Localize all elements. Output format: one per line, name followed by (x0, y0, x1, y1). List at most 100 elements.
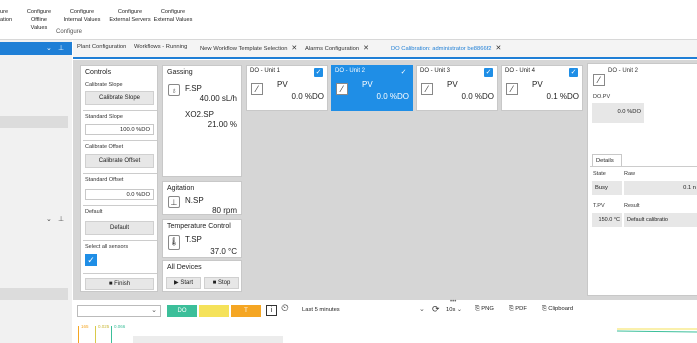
xo2-label: XO2.SP (185, 110, 214, 119)
unit-checkbox[interactable]: ✓ (314, 68, 323, 77)
xo2-value[interactable]: 21.00 % (208, 120, 237, 129)
fsp-label: F.SP (185, 84, 202, 93)
detail-title: DO - Unit 2 (608, 68, 639, 74)
tab-workflows-running[interactable]: Workflows - Running (134, 44, 187, 50)
sidebar-panel-header[interactable]: ⌄ ⊥ (0, 42, 72, 55)
stop-button[interactable]: ■ Stop (204, 277, 239, 289)
controls-panel: Controls Calibrate Slope Calibrate Slope… (80, 65, 158, 292)
default-button[interactable]: Default (85, 221, 154, 235)
probe-icon: ⁄ (421, 83, 433, 95)
select-all-checkbox[interactable]: ✓ (85, 254, 97, 266)
details-tab[interactable]: Details (592, 154, 622, 166)
stirrer-icon: ⊥ (168, 196, 180, 208)
standard-slope-input[interactable]: 100.0 %DO (85, 124, 154, 135)
raw-label: Raw (624, 171, 636, 177)
agitation-panel: Agitation ⊥ N.SP 80 rpm (162, 181, 242, 215)
tab-bar: Plant Configuration Workflows - Running … (73, 40, 697, 59)
unit-checkbox[interactable]: ✓ (569, 68, 578, 77)
yellow-series-button[interactable] (199, 305, 229, 317)
tab-new-workflow-template-selection[interactable]: New Workflow Template Selection ✕ (200, 44, 297, 52)
chevron-down-icon: ⌄ (456, 307, 462, 313)
export-icon: ⎘ (542, 306, 547, 312)
close-icon[interactable]: ✕ (363, 45, 369, 52)
all-devices-panel: All Devices ▶ Start ■ Stop (162, 260, 242, 292)
finish-icon: ■ (108, 281, 113, 287)
chevron-down-icon[interactable]: ⌄ (46, 215, 52, 223)
play-icon: ▶ (174, 280, 179, 286)
tsp-value[interactable]: 37.0 °C (210, 247, 237, 256)
tab-do-calibration[interactable]: DO Calibration: administrator be8866f2 ✕ (391, 44, 501, 52)
state-value: Busy (592, 181, 622, 195)
sidebar-strip (0, 116, 68, 128)
ribbon-configure-external-values[interactable]: Configure External Values (152, 8, 194, 24)
agitation-title: Agitation (167, 185, 195, 192)
ribbon-configure-offline-values[interactable]: Configure Offline Values (22, 8, 56, 32)
series-select[interactable]: ⌄ (77, 305, 161, 317)
chevron-down-icon[interactable]: ⌄ (46, 44, 52, 52)
standard-offset-label: Standard Offset (85, 177, 124, 183)
ribbon-group-label: Configure (56, 29, 83, 35)
temperature-panel: Temperature Control 🌡 T.SP 37.0 °C (162, 219, 242, 258)
probe-icon: ⁄ (593, 74, 605, 86)
default-label: Default (85, 209, 103, 215)
chart-plot-area (133, 336, 283, 343)
start-button[interactable]: ▶ Start (166, 277, 201, 289)
calibrate-offset-label: Calibrate Offset (85, 144, 124, 150)
ribbon-configure-external-servers[interactable]: Configure External Servers (108, 8, 152, 24)
do-unit-2-card[interactable]: DO - Unit 2 ✓ ⁄ PV 0.0 %DO (331, 65, 413, 111)
standard-offset-input[interactable]: 0.0 %DO (85, 189, 154, 200)
nsp-value[interactable]: 80 rpm (212, 206, 237, 215)
tsp-label: T.SP (185, 235, 202, 244)
pin-icon[interactable]: ⊥ (58, 44, 64, 52)
do-unit-4-card[interactable]: DO - Unit 4 ✓ ⁄ PV 0.1 %DO (501, 65, 583, 111)
pin-icon[interactable]: ⊥ (58, 215, 64, 223)
left-sidebar: ⌄ ⊥ ⌄ ⊥ ⋮ (0, 40, 77, 343)
probe-icon: ⁄ (336, 83, 348, 95)
chart-toolbar: ⌄ DO T i ⏲ Last 5 minutes ⌄ ⟳ 10s ⌄ ⎘ PN… (73, 303, 697, 318)
chevron-down-icon: ⌄ (151, 307, 157, 314)
do-unit-3-card[interactable]: DO - Unit 3 ✓ ⁄ PV 0.0 %DO (416, 65, 498, 111)
copy-clipboard-button[interactable]: ⎘ Clipboard (542, 306, 573, 313)
calibrate-offset-button[interactable]: Calibrate Offset (85, 154, 154, 168)
do-series-button[interactable]: DO (167, 305, 197, 317)
close-icon[interactable]: ✕ (291, 45, 297, 52)
do-unit-1-card[interactable]: DO - Unit 1 ✓ ⁄ PV 0.0 %DO (246, 65, 328, 111)
calibrate-slope-button[interactable]: Calibrate Slope (85, 91, 154, 105)
interval-select[interactable]: 10s ⌄ (446, 307, 462, 313)
fsp-value[interactable]: 40.00 sL/h (200, 94, 237, 103)
axis-do: 0.066 (111, 324, 131, 343)
info-icon[interactable]: i (266, 305, 277, 316)
controls-title: Controls (85, 69, 112, 76)
standard-slope-label: Standard Slope (85, 114, 123, 120)
ribbon-item-0[interactable]: ure ation (0, 8, 20, 24)
state-label: State (593, 171, 606, 177)
chart-lines (617, 328, 697, 333)
chevron-down-icon[interactable]: ⌄ (419, 305, 425, 313)
close-icon[interactable]: ✕ (496, 45, 502, 52)
clock-refresh-icon[interactable]: ⏲ (281, 303, 289, 314)
export-pdf-button[interactable]: ⎘ PDF (509, 306, 527, 313)
calibrate-slope-label: Calibrate Slope (85, 82, 123, 88)
sidebar-panel-header-2[interactable]: ⌄ ⊥ (0, 213, 72, 226)
export-icon: ⎘ (509, 306, 514, 312)
export-png-button[interactable]: ⎘ PNG (475, 306, 494, 313)
select-all-sensors-label: Select all sensors (85, 244, 129, 250)
ribbon-configure-internal-values[interactable]: Configure Internal Values (63, 8, 101, 24)
nsp-label: N.SP (185, 196, 204, 205)
dopv-value: 0.0 %DO (592, 103, 644, 123)
raw-value: 0.1 n (624, 181, 697, 195)
gas-flow-icon: ♁ (168, 84, 180, 96)
export-icon: ⎘ (475, 306, 480, 312)
dopv-label: DO.PV (593, 94, 611, 100)
orange-series-button[interactable]: T (231, 305, 261, 317)
unit-checkbox[interactable]: ✓ (484, 68, 493, 77)
tab-alarms-configuration[interactable]: Alarms Configuration ✕ (305, 44, 369, 52)
detail-panel: DO - Unit 2 ⁄ DO.PV 0.0 %DO Details Stat… (587, 63, 697, 296)
tab-plant-configuration[interactable]: Plant Configuration (77, 44, 126, 50)
time-range-select[interactable]: Last 5 minutes (302, 307, 340, 313)
unit-checkbox[interactable]: ✓ (399, 68, 408, 77)
finish-button[interactable]: ■ Finish (85, 278, 154, 290)
refresh-icon[interactable]: ⟳ (432, 304, 440, 315)
tpv-label: T.PV (593, 203, 605, 209)
sidebar-strip-2 (0, 288, 68, 300)
